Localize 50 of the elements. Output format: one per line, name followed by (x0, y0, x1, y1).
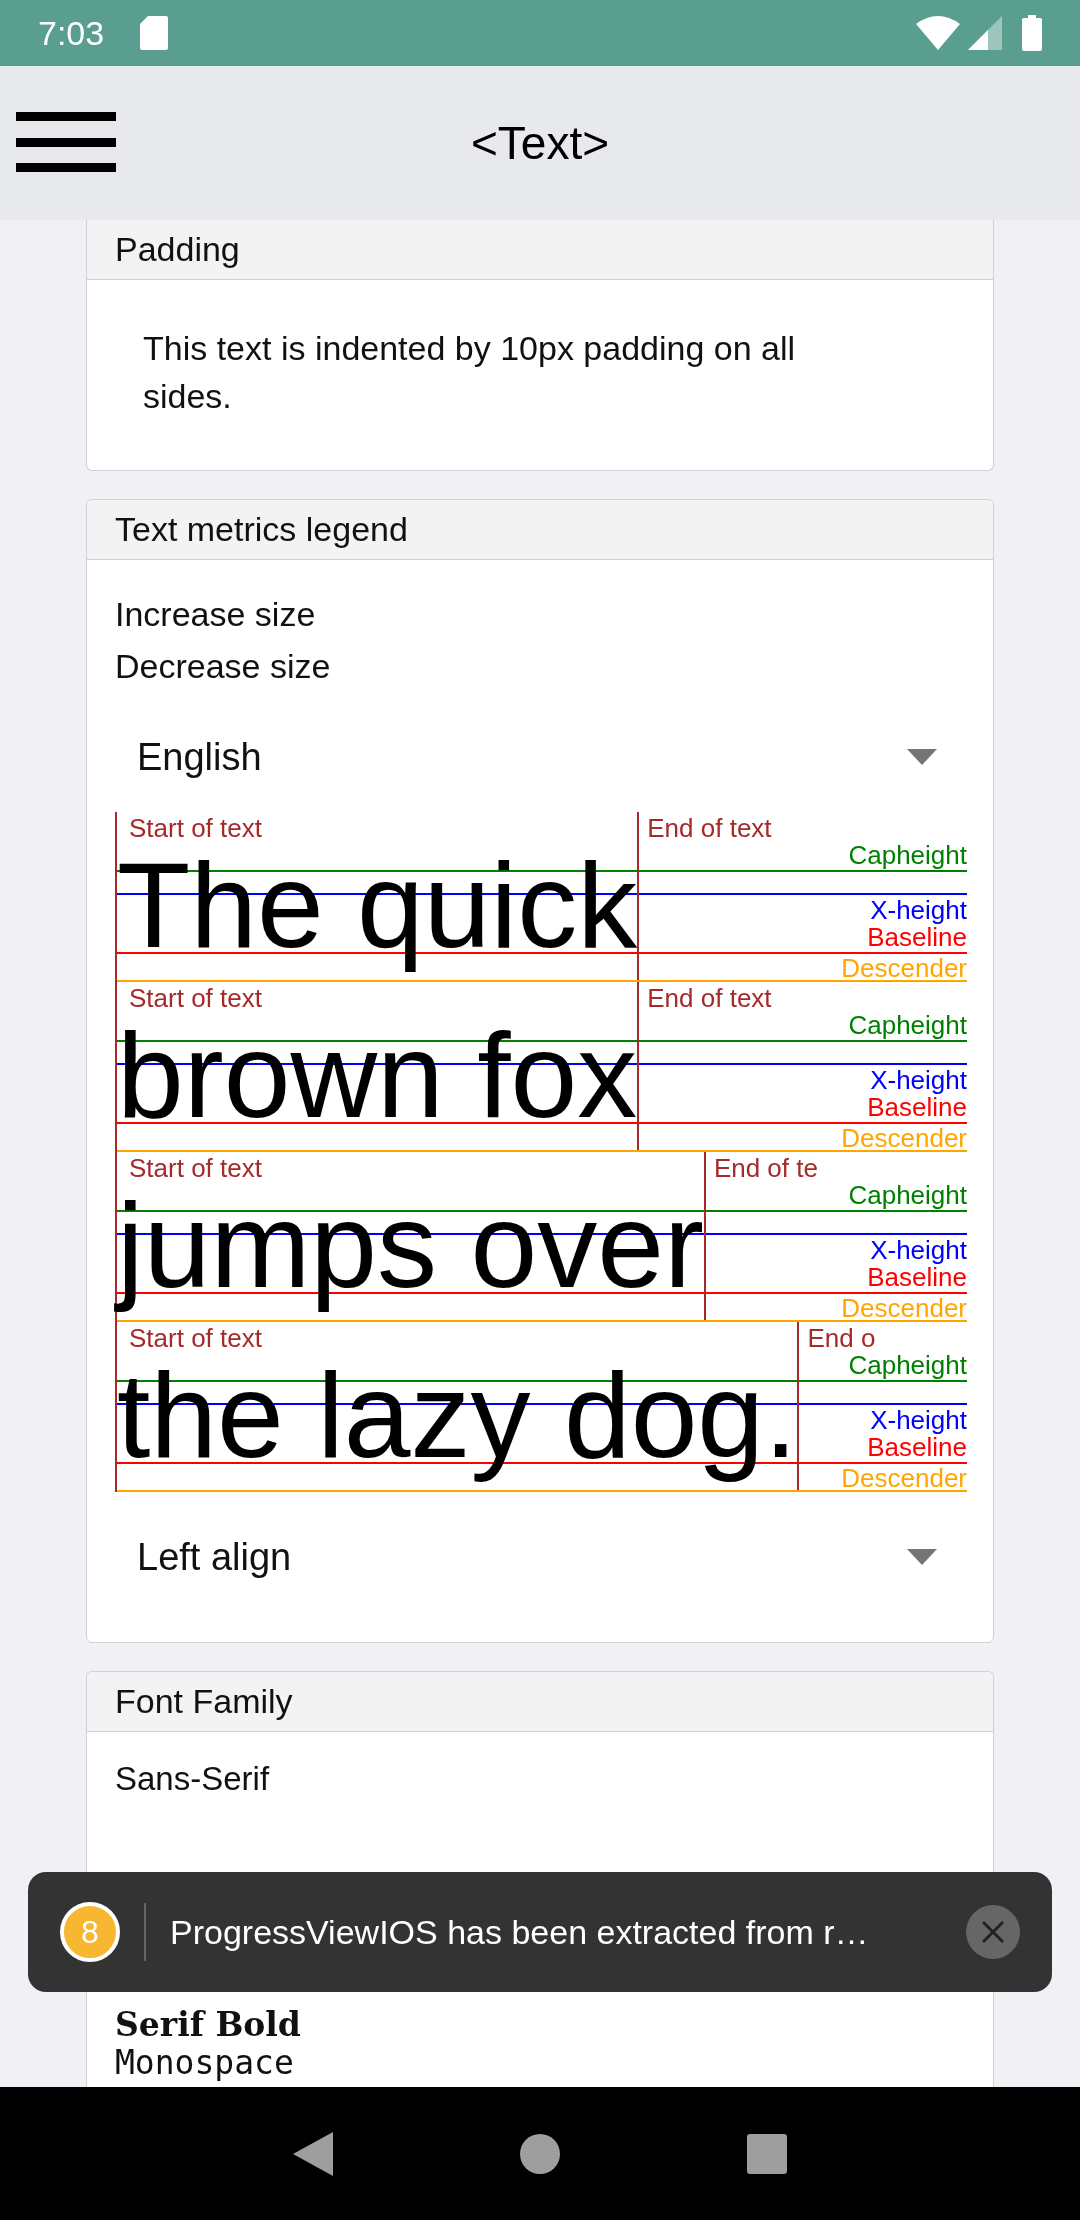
start-label: Start of text (129, 814, 262, 842)
baseline-label: Baseline (867, 923, 967, 951)
wifi-icon (916, 16, 960, 50)
xheight-label: X-height (870, 896, 967, 924)
caret-icon (907, 1549, 937, 1565)
capheight-label: Capheight (848, 1351, 967, 1379)
size-button[interactable]: Decrease size (115, 640, 331, 692)
sd-card-icon (140, 16, 169, 50)
toast-message: ProgressViewIOS has been extracted from r… (170, 1911, 870, 1953)
caret-icon (907, 749, 937, 765)
xheight-label: X-height (870, 1236, 967, 1264)
end-label: End of te (713, 1154, 818, 1182)
capheight-label: Capheight (848, 1011, 967, 1039)
close-icon (980, 1919, 1006, 1945)
battery-icon (1022, 15, 1042, 51)
capheight-label: Capheight (848, 1181, 967, 1209)
xheight-label: X-height (870, 1066, 967, 1094)
descender-label: Descender (841, 1464, 967, 1492)
baseline-label: Baseline (867, 1093, 967, 1121)
count-badge: 8 (60, 1902, 120, 1962)
recents-icon[interactable] (746, 2133, 787, 2174)
capheight-label: Capheight (848, 841, 967, 869)
start-label: Start of text (129, 984, 262, 1012)
font-sample: Sans-Serif (115, 1760, 271, 1798)
alignment-picker[interactable]: Left align (115, 1512, 965, 1602)
baseline-label: Baseline (867, 1433, 967, 1461)
back-icon[interactable] (293, 2131, 334, 2176)
font-sample: Serif Bold (115, 2006, 302, 2044)
descender-label: Descender (841, 1294, 967, 1322)
padding-text: This text is indented by 10px padding on all sides. (143, 328, 797, 417)
section-title: Padding (115, 229, 240, 270)
start-label: Start of text (129, 1324, 262, 1352)
home-icon[interactable] (520, 2133, 560, 2174)
end-label: End of text (647, 814, 772, 842)
size-button[interactable]: Increase size (115, 588, 316, 640)
close-button[interactable] (966, 1905, 1020, 1959)
font-sample: Monospace (115, 2044, 295, 2082)
signal-icon (968, 16, 1002, 50)
section-title: Font Family (115, 1681, 293, 1722)
start-label: Start of text (129, 1154, 262, 1182)
language-picker[interactable]: English (115, 712, 965, 802)
descender-label: Descender (841, 954, 967, 982)
baseline-label: Baseline (867, 1263, 967, 1291)
end-label: End o (807, 1324, 876, 1352)
xheight-label: X-height (870, 1406, 967, 1434)
end-label: End of text (647, 984, 772, 1012)
descender-label: Descender (841, 1124, 967, 1152)
section-title: Text metrics legend (115, 509, 408, 550)
status-time: 7:03 (38, 12, 105, 54)
page-title: <Text> (470, 115, 610, 171)
